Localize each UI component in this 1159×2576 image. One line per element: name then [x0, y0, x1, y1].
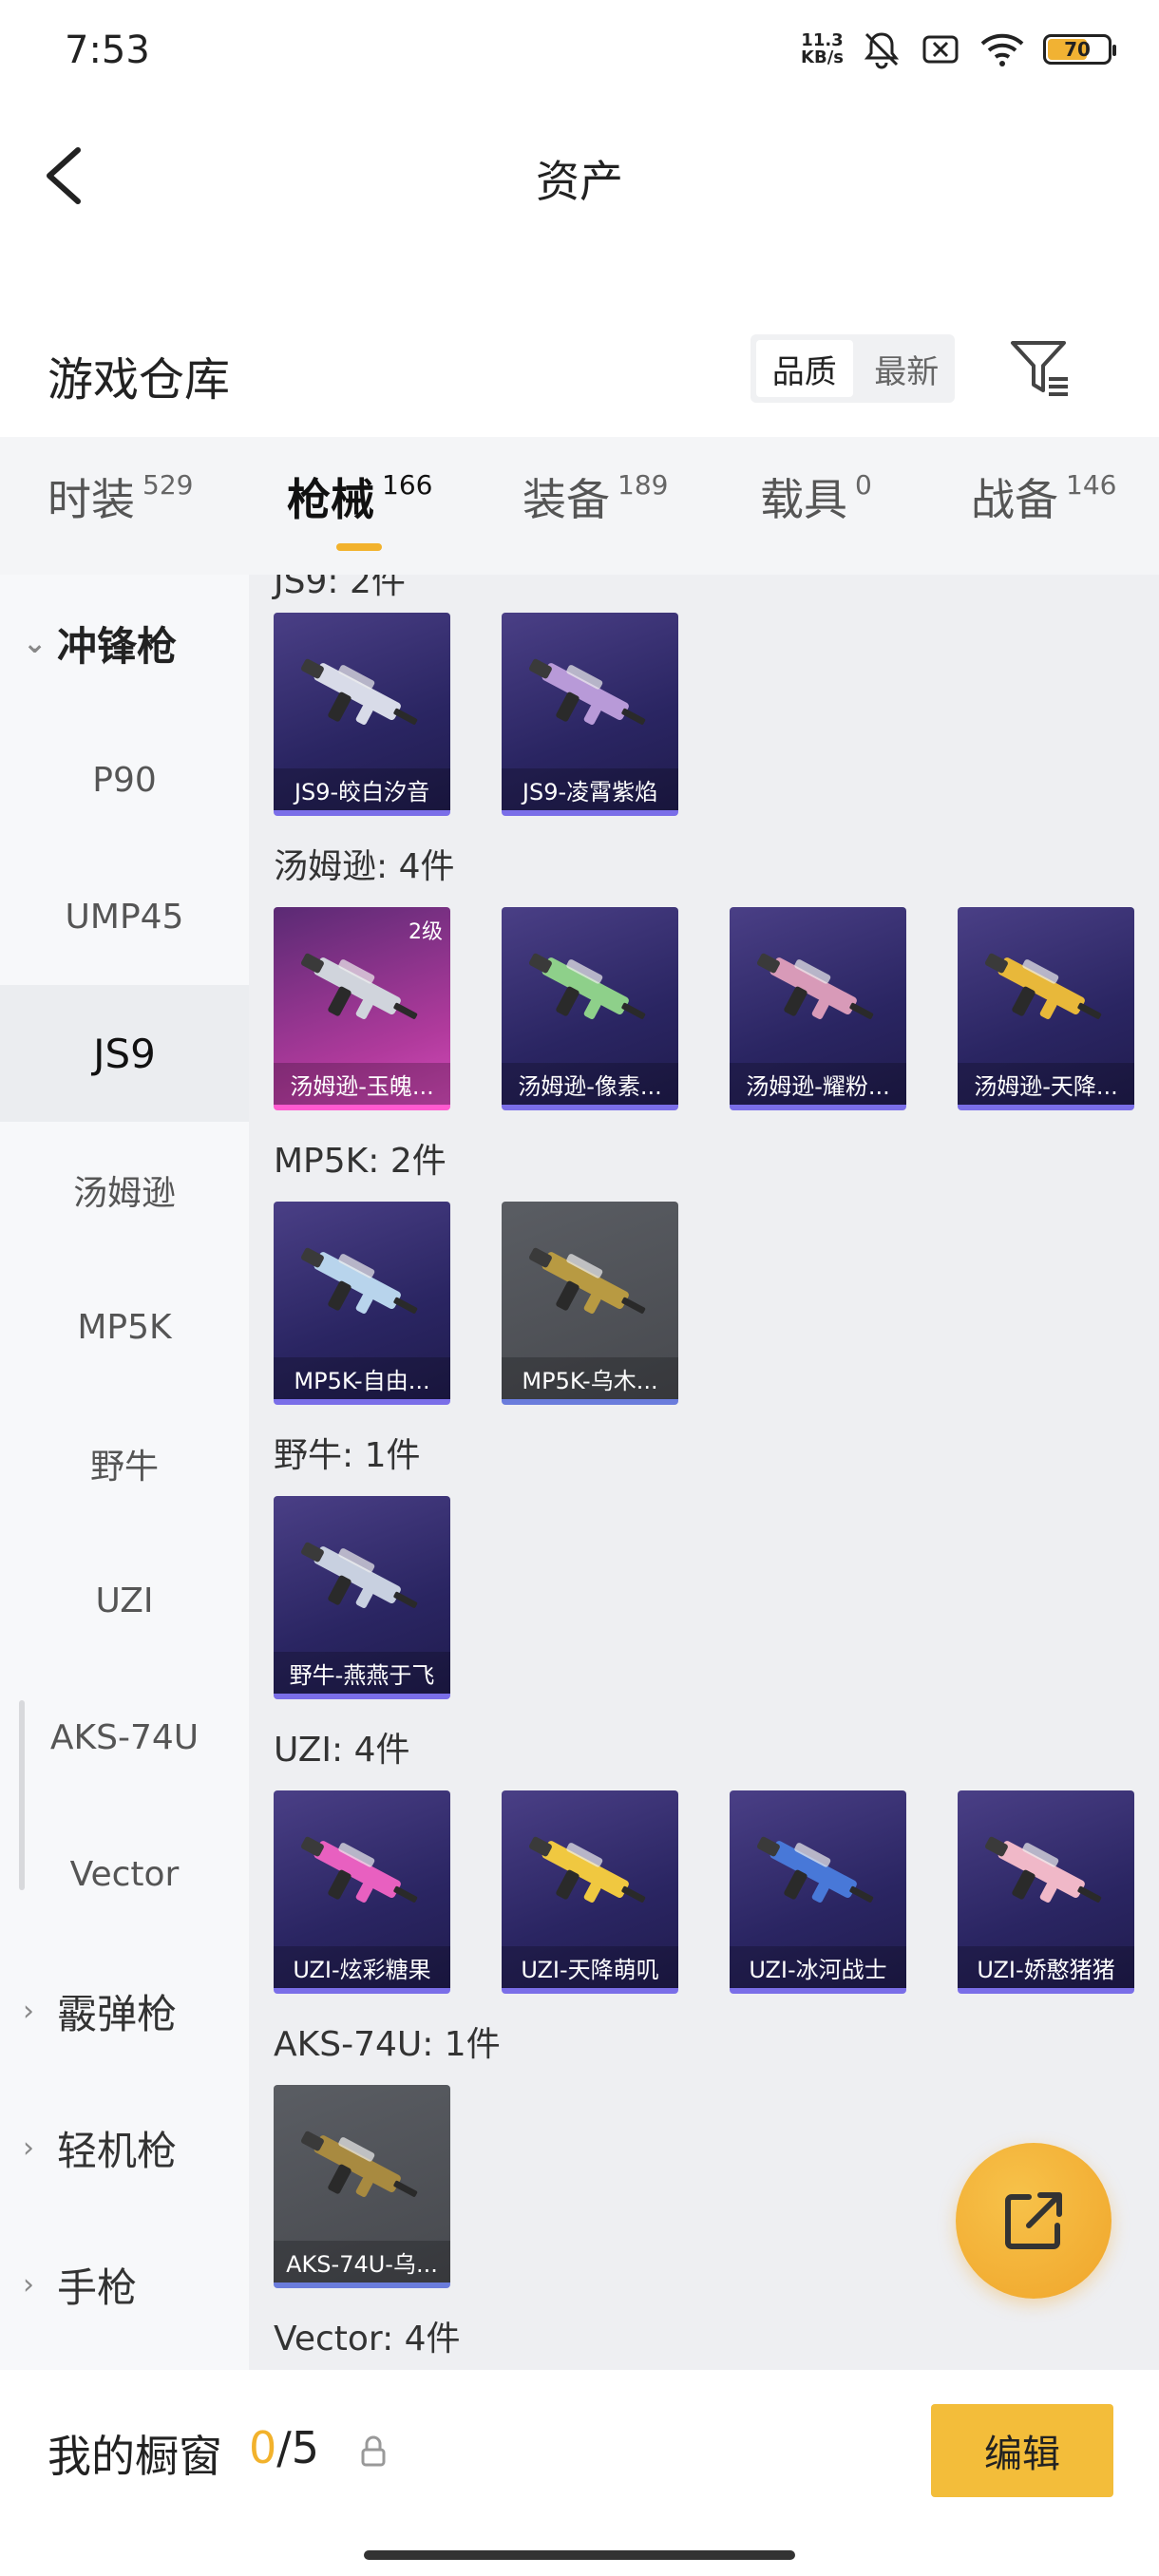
sim-off-icon [922, 35, 959, 64]
lock-icon [361, 2435, 386, 2467]
mute-icon [864, 32, 900, 69]
net-speed: 11.3 KB/s [801, 30, 844, 67]
sort-newest-option[interactable]: 最新 [859, 334, 956, 403]
sidebar-item-ump45[interactable]: UMP45 [0, 848, 249, 985]
gun-icon [301, 1836, 418, 1903]
weapon-skin-card[interactable]: 汤姆逊-天降... [958, 907, 1134, 1110]
section-title: Vector: 4件 [274, 2320, 461, 2358]
sidebar-group-lmg[interactable]: › 轻机枪 [0, 2079, 249, 2216]
weapon-skin-card[interactable]: 野牛-燕燕于飞 [274, 1496, 450, 1699]
weapon-skin-card[interactable]: MP5K-乌木... [502, 1202, 678, 1405]
weapon-skin-card[interactable]: UZI-冰河战士 [730, 1790, 906, 1994]
weapon-grid: JS9: 2件 JS9-皎白汐音 JS9-凌霄紫焰汤姆逊: 4件 2级汤姆逊-玉魄.… [249, 575, 1159, 2370]
weapon-skin-card[interactable]: UZI-天降萌叽 [502, 1790, 678, 1994]
card-label: MP5K-自由... [274, 1357, 450, 1399]
chevron-right-icon: › [23, 2267, 34, 2301]
showcase-count: 0/5 [249, 2422, 320, 2473]
sort-quality-option[interactable]: 品质 [756, 340, 853, 397]
sidebar-group-shotgun[interactable]: › 霰弹枪 [0, 1942, 249, 2079]
gun-icon [757, 1836, 874, 1903]
section-title-partial: JS9: 2件 [274, 575, 406, 601]
card-label: MP5K-乌木... [502, 1357, 678, 1399]
status-icons: 11.3 KB/s 70 [801, 28, 1116, 70]
active-tab-indicator [336, 543, 382, 551]
weapon-skin-card[interactable]: 汤姆逊-像素... [502, 907, 678, 1110]
weapon-sidebar: ⌄ 冲锋枪 P90 UMP45 JS9 汤姆逊 MP5K 野牛 UZI AKS-… [0, 575, 249, 2370]
gun-icon [301, 2131, 418, 2197]
gun-icon [757, 953, 874, 1019]
weapon-skin-card[interactable]: MP5K-自由... [274, 1202, 450, 1405]
share-button[interactable] [956, 2143, 1112, 2299]
page-title: 资产 [536, 156, 623, 207]
chevron-right-icon: › [23, 2131, 34, 2165]
chevron-right-icon: › [23, 1994, 34, 2028]
weapon-skin-card[interactable]: 2级汤姆逊-玉魄... [274, 907, 450, 1110]
section-title: 汤姆逊: 4件 [274, 847, 455, 886]
gun-icon [985, 1836, 1102, 1903]
category-tabs: 时装 529 枪械 166 装备 189 载具 0 战备 146 [0, 437, 1159, 575]
sidebar-group-smg[interactable]: ⌄ 冲锋枪 [0, 575, 249, 711]
card-label: JS9-皎白汐音 [274, 768, 450, 810]
wifi-icon [980, 33, 1024, 66]
card-label: UZI-炫彩糖果 [274, 1946, 450, 1988]
card-label: UZI-天降萌叽 [502, 1946, 678, 1988]
sidebar-group-pistol[interactable]: › 手枪 [0, 2216, 249, 2353]
card-label: UZI-娇憨猪猪 [958, 1946, 1134, 1988]
share-icon [1005, 2192, 1062, 2249]
showcase-bar: 我的橱窗 0/5 编辑 [0, 2370, 1159, 2576]
tab-firearms[interactable]: 枪械 166 [287, 465, 432, 528]
showcase-label: 我的橱窗 [48, 2431, 222, 2482]
gun-icon [301, 1247, 418, 1314]
gun-icon [301, 1542, 418, 1608]
status-time: 7:53 [65, 28, 150, 72]
sidebar-item-js9[interactable]: JS9 [0, 985, 249, 1122]
sort-toggle: 品质 最新 [750, 334, 955, 403]
weapon-skin-card[interactable]: AKS-74U-乌... [274, 2085, 450, 2288]
sidebar-item-aks74u[interactable]: AKS-74U [0, 1669, 249, 1806]
gun-icon [529, 658, 646, 725]
card-label: 汤姆逊-像素... [502, 1063, 678, 1105]
tab-vehicles[interactable]: 载具 0 [760, 465, 872, 528]
gun-icon [301, 953, 418, 1019]
sidebar-scrollbar [19, 1700, 25, 1890]
gun-icon [529, 1836, 646, 1903]
weapon-skin-card[interactable]: UZI-炫彩糖果 [274, 1790, 450, 1994]
weapon-skin-card[interactable]: UZI-娇憨猪猪 [958, 1790, 1134, 1994]
tab-equipment[interactable]: 装备 189 [522, 465, 668, 528]
card-label: 野牛-燕燕于飞 [274, 1652, 450, 1694]
card-label: AKS-74U-乌... [274, 2241, 450, 2282]
sidebar-item-uzi[interactable]: UZI [0, 1532, 249, 1669]
sidebar-item-p90[interactable]: P90 [0, 711, 249, 848]
card-label: 汤姆逊-耀粉... [730, 1063, 906, 1105]
card-label: JS9-凌霄紫焰 [502, 768, 678, 810]
sidebar-item-mp5k[interactable]: MP5K [0, 1259, 249, 1395]
sidebar-item-vector[interactable]: Vector [0, 1806, 249, 1942]
chevron-down-icon: ⌄ [23, 626, 48, 660]
edit-button[interactable]: 编辑 [931, 2404, 1113, 2497]
gun-icon [985, 953, 1102, 1019]
weapon-skin-card[interactable]: JS9-皎白汐音 [274, 613, 450, 816]
weapon-skin-card[interactable]: 汤姆逊-耀粉... [730, 907, 906, 1110]
section-title: AKS-74U: 1件 [274, 2025, 501, 2064]
sidebar-item-thompson[interactable]: 汤姆逊 [0, 1122, 249, 1259]
card-label: UZI-冰河战士 [730, 1946, 906, 1988]
sidebar-item-bizon[interactable]: 野牛 [0, 1395, 249, 1532]
section-title: 野牛: 1件 [274, 1436, 421, 1475]
filter-icon[interactable] [1007, 337, 1074, 400]
warehouse-title: 游戏仓库 [48, 353, 231, 407]
status-bar: 7:53 11.3 KB/s 70 [0, 0, 1159, 114]
card-label: 汤姆逊-天降... [958, 1063, 1134, 1105]
gun-icon [529, 953, 646, 1019]
section-title: UZI: 4件 [274, 1731, 410, 1770]
battery-icon: 70 [1043, 34, 1116, 65]
tab-combat-prep[interactable]: 战备 146 [971, 465, 1116, 528]
card-label: 汤姆逊-玉魄... [274, 1063, 450, 1105]
section-title: MP5K: 2件 [274, 1142, 446, 1181]
home-indicator[interactable] [364, 2550, 795, 2560]
level-badge: 2级 [408, 920, 443, 944]
gun-icon [301, 658, 418, 725]
weapon-skin-card[interactable]: JS9-凌霄紫焰 [502, 613, 678, 816]
tab-fashion[interactable]: 时装 529 [48, 465, 193, 528]
gun-icon [529, 1247, 646, 1314]
